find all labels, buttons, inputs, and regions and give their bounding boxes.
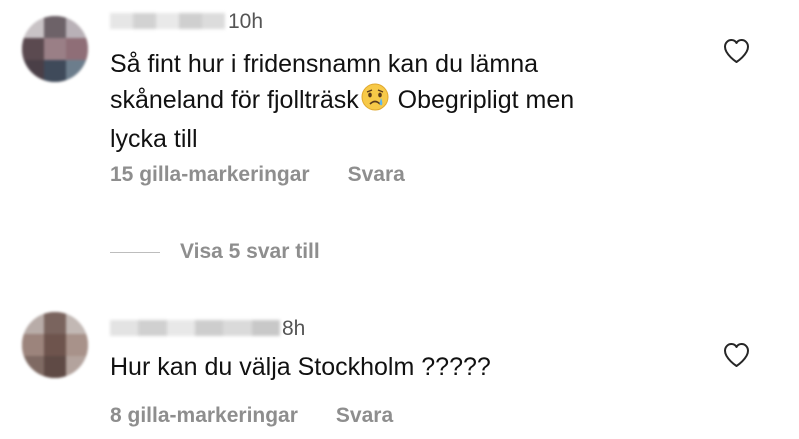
reply-button[interactable]: Svara [348,163,405,187]
likes-count[interactable]: 15 gilla-markeringar [110,163,310,187]
view-replies-label[interactable]: Visa 5 svar till [180,240,320,264]
replies-divider [110,251,160,253]
username-redacted[interactable] [110,320,280,336]
comment-text: Så fint hur i fridensnamn kan du lämna s… [110,47,710,157]
crying-face-emoji [360,82,390,122]
likes-count[interactable]: 8 gilla-markeringar [110,404,298,428]
avatar[interactable] [22,312,88,378]
comment-time: 8h [282,317,306,340]
heart-outline-icon[interactable] [723,342,750,368]
comment-text: Hur kan du välja Stockholm ????? [110,353,491,381]
username-redacted[interactable] [110,13,225,29]
comment-time: 10h [228,10,264,33]
avatar[interactable] [22,16,88,82]
heart-outline-icon[interactable] [723,38,750,64]
reply-button[interactable]: Svara [336,404,393,428]
comment-meta: 15 gilla-markeringar Svara [110,163,405,187]
view-more-replies[interactable]: Visa 5 svar till [110,240,320,264]
comment-1: 10h Så fint hur i fridensnamn kan du läm… [0,0,799,220]
comment-2: 8h Hur kan du välja Stockholm ????? 8 gi… [0,300,799,439]
comment-meta: 8 gilla-markeringar Svara [110,404,393,428]
